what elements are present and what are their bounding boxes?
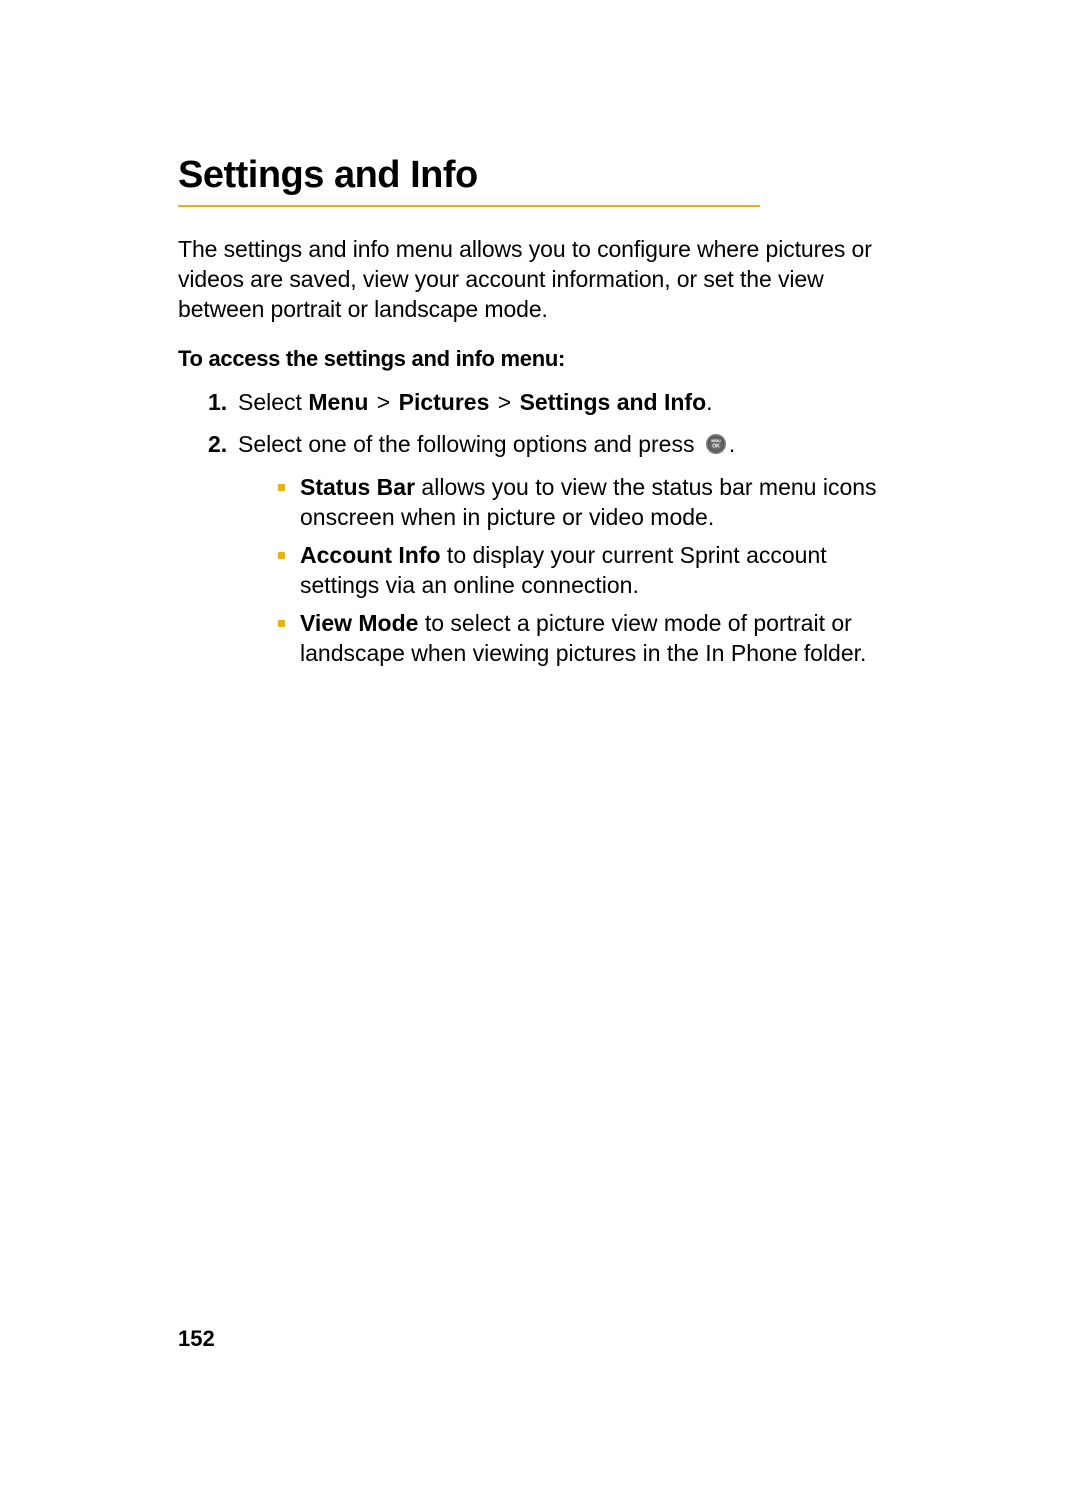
step-1-pictures: Pictures	[399, 389, 490, 415]
intro-paragraph: The settings and info menu allows you to…	[178, 235, 905, 325]
svg-text:MENU: MENU	[711, 439, 721, 443]
option-title: Account Info	[300, 542, 441, 568]
breadcrumb-separator: >	[496, 389, 513, 415]
option-title: View Mode	[300, 610, 418, 636]
step-2: Select one of the following options and …	[208, 430, 905, 668]
step-2-text: Select one of the following options and …	[238, 431, 701, 457]
title-rule	[178, 205, 760, 207]
option-title: Status Bar	[300, 474, 415, 500]
list-item: Account Info to display your current Spr…	[278, 541, 905, 601]
list-item: Status Bar allows you to view the status…	[278, 473, 905, 533]
page-title: Settings and Info	[178, 155, 905, 197]
list-item: View Mode to select a picture view mode …	[278, 609, 905, 669]
options-list: Status Bar allows you to view the status…	[238, 473, 905, 668]
svg-text:OK: OK	[712, 444, 720, 450]
step-1: Select Menu > Pictures > Settings and In…	[208, 388, 905, 418]
breadcrumb-separator: >	[375, 389, 392, 415]
manual-page: Settings and Info The settings and info …	[0, 0, 1080, 1512]
step-1-settings: Settings and Info	[520, 389, 707, 415]
section-subheading: To access the settings and info menu:	[178, 346, 905, 372]
step-1-suffix: .	[706, 389, 712, 415]
page-number: 152	[178, 1326, 215, 1352]
step-1-prefix: Select	[238, 389, 308, 415]
ok-button-icon: MENU OK	[705, 433, 727, 463]
step-1-menu: Menu	[308, 389, 368, 415]
step-2-suffix: .	[729, 431, 735, 457]
steps-list: Select Menu > Pictures > Settings and In…	[178, 388, 905, 668]
